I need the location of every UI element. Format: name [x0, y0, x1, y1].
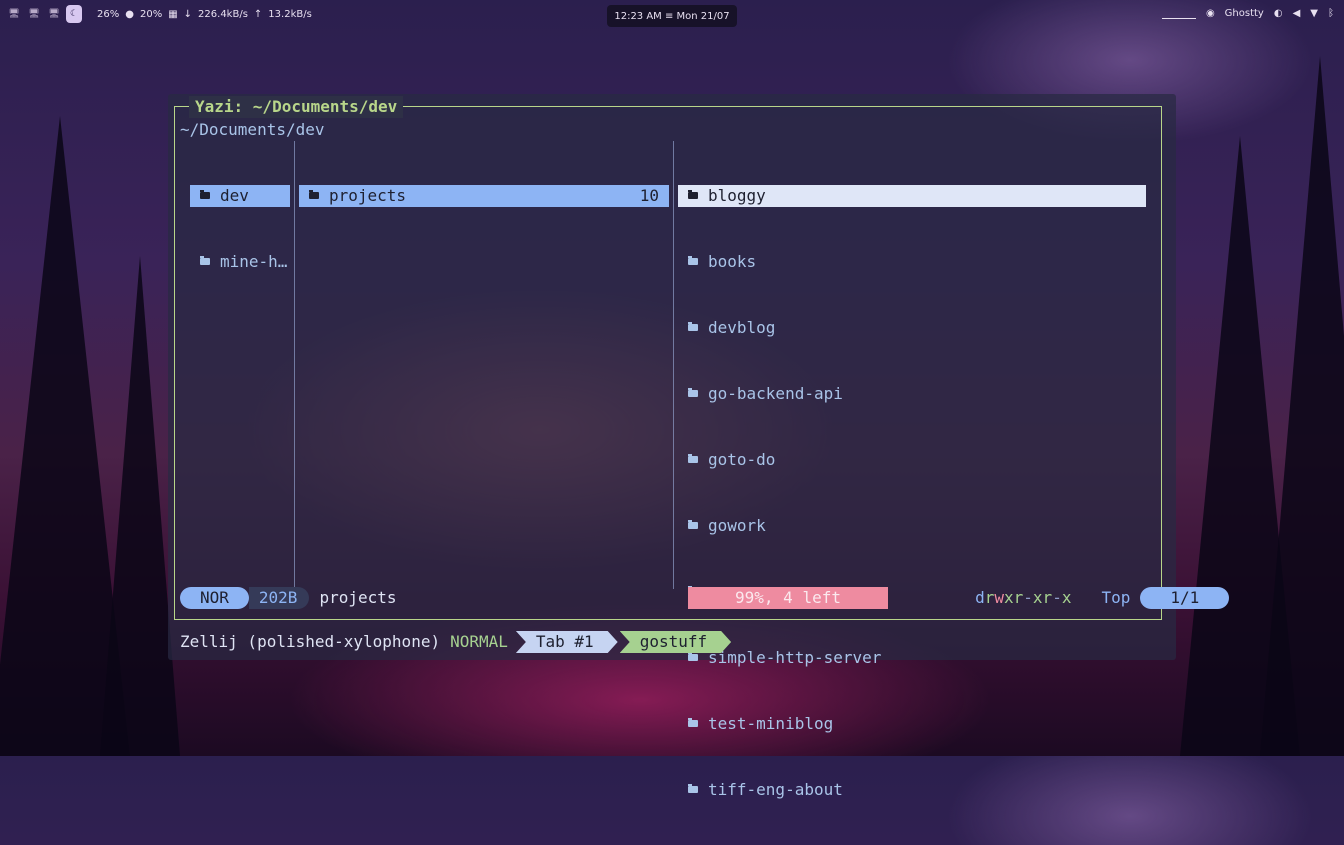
- memory-usage: 20%: [139, 9, 163, 20]
- hovered-name: projects: [319, 588, 397, 607]
- cpu-icon: ●: [125, 9, 134, 20]
- scroll-position: Top: [1101, 588, 1131, 607]
- preview-item[interactable]: goto-do: [678, 449, 1146, 471]
- preview-item[interactable]: gowork: [678, 515, 1146, 537]
- preview-item[interactable]: tiff-eng-about: [678, 779, 1146, 801]
- terminal-window: Yazi: ~/Documents/dev ~/Documents/dev de…: [168, 94, 1230, 799]
- folder-icon: [688, 783, 698, 793]
- workspace-switcher: 🖥 🖥 🖥 ☾: [6, 5, 82, 23]
- wifi-icon[interactable]: ▼: [1310, 8, 1318, 19]
- folder-icon: [200, 255, 210, 265]
- parent-item[interactable]: mine-h…: [190, 251, 290, 273]
- zellij-status-bar: Zellij (polished-xylophone) NORMAL Tab #…: [180, 631, 731, 653]
- cpu-usage: 26%: [97, 9, 120, 20]
- mode-badge: NOR: [180, 587, 249, 609]
- zellij-mode: NORMAL: [450, 632, 508, 651]
- folder-icon: [688, 651, 698, 661]
- top-bar: 🖥 🖥 🖥 ☾ 26% ● 20% ▦ ↓ 226.4kB/s ↑ 13.2kB…: [0, 0, 1344, 32]
- preview-item[interactable]: test-miniblog: [678, 713, 1146, 735]
- preview-item[interactable]: bloggy: [678, 185, 1146, 207]
- column-divider: [294, 141, 295, 589]
- current-item[interactable]: projects 10: [299, 185, 669, 207]
- upload-speed: 13.2kB/s: [268, 9, 312, 20]
- folder-icon: [688, 453, 698, 463]
- folder-icon: [688, 321, 698, 331]
- preview-item[interactable]: devblog: [678, 317, 1146, 339]
- folder-icon: [200, 189, 210, 199]
- active-window-indicator: [1161, 18, 1196, 19]
- volume-icon[interactable]: ◀: [1293, 8, 1301, 19]
- workspace-2-button[interactable]: 🖥: [26, 5, 42, 23]
- current-column: projects 10: [299, 141, 669, 251]
- download-icon: ↓: [183, 9, 193, 20]
- preview-column: bloggy books devblog go-backend-api goto…: [678, 141, 1146, 845]
- file-size: 202B: [248, 587, 310, 609]
- task-progress[interactable]: 99%, 4 left: [688, 587, 888, 609]
- workspace-3-button[interactable]: 🖥: [46, 5, 62, 23]
- folder-icon: [688, 387, 698, 397]
- item-count: 10: [639, 186, 659, 205]
- upload-icon: ↑: [253, 9, 263, 20]
- parent-column: dev mine-h…: [190, 141, 290, 317]
- yazi-title: Yazi: ~/Documents/dev: [189, 96, 404, 118]
- parent-item[interactable]: dev: [190, 185, 290, 207]
- system-stats: 26% ● 20% ▦ ↓ 226.4kB/s ↑ 13.2kB/s: [97, 9, 312, 20]
- tab-gostuff[interactable]: gostuff: [620, 631, 731, 653]
- column-divider: [673, 141, 674, 589]
- folder-icon: [309, 189, 319, 199]
- system-tray: ◉ Ghostty ◐ ◀ ▼ ᛒ: [1161, 8, 1334, 19]
- ghostty-icon: ◉: [1205, 8, 1215, 19]
- page-indicator: 1/1: [1140, 587, 1230, 609]
- yazi-status-right: 99%, 4 left drwxr-xr-x Top 1/1: [688, 587, 1230, 609]
- session-name: Zellij (polished-xylophone): [180, 632, 441, 651]
- memory-icon: ▦: [168, 9, 178, 20]
- current-path: ~/Documents/dev: [180, 120, 325, 139]
- folder-icon: [688, 189, 698, 199]
- download-speed: 226.4kB/s: [198, 9, 248, 20]
- folder-icon: [688, 717, 698, 727]
- toggle-icon[interactable]: ◐: [1274, 8, 1283, 19]
- preview-item[interactable]: go-backend-api: [678, 383, 1146, 405]
- folder-icon: [688, 519, 698, 529]
- workspace-1-button[interactable]: 🖥: [6, 5, 22, 23]
- permissions: drwxr-xr-x: [975, 588, 1072, 607]
- bluetooth-icon[interactable]: ᛒ: [1328, 8, 1334, 19]
- preview-item[interactable]: simple-http-server: [678, 647, 1146, 669]
- wallpaper-tree: [1260, 56, 1344, 756]
- preview-item[interactable]: books: [678, 251, 1146, 273]
- workspace-4-button[interactable]: ☾: [66, 5, 82, 23]
- tab-1[interactable]: Tab #1: [516, 631, 618, 653]
- clock[interactable]: 12:23 AM ≡ Mon 21/07: [607, 5, 737, 27]
- active-app-name: Ghostty: [1224, 8, 1264, 19]
- yazi-status-left: NOR 202B projects: [180, 587, 397, 609]
- folder-icon: [688, 255, 698, 265]
- yazi-pane: Yazi: ~/Documents/dev ~/Documents/dev de…: [174, 96, 1230, 799]
